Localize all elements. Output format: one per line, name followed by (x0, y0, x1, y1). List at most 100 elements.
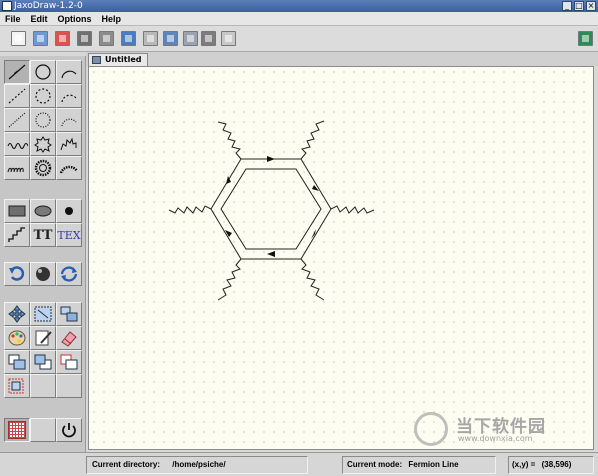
app-icon[interactable] (2, 1, 12, 11)
vertex-tool[interactable] (56, 199, 82, 223)
fermion-arrow (267, 156, 275, 162)
open-icon[interactable] (33, 31, 48, 46)
fermion-loop-tool[interactable] (30, 60, 56, 84)
eraser-icon (61, 331, 77, 347)
quit-button[interactable] (56, 418, 82, 442)
blob-icon (34, 205, 52, 217)
color-tool[interactable] (4, 326, 30, 350)
scalar-arc-tool[interactable] (56, 84, 82, 108)
gluon-arc-tool[interactable] (56, 156, 82, 180)
help-book-icon[interactable] (578, 31, 593, 46)
fermion-arc-icon (61, 70, 77, 79)
document-icon (92, 56, 101, 64)
save-icon[interactable] (77, 31, 92, 46)
tab-strip: Untitled (86, 52, 598, 66)
text-tool[interactable]: TT (30, 223, 56, 247)
sphere-icon (36, 267, 50, 281)
ungroup-tool[interactable] (4, 374, 30, 398)
misc-tools-group (4, 418, 82, 442)
photon-line[interactable] (217, 258, 242, 301)
grid-toggle-button[interactable] (4, 418, 30, 442)
empty-slot (30, 418, 56, 442)
gluon-loop-tool[interactable] (30, 156, 56, 180)
directory-value: /home/psiche/ (172, 460, 226, 469)
ghost-loop-tool[interactable] (30, 108, 56, 132)
refresh-tool[interactable] (56, 262, 82, 286)
empty-slot (30, 374, 56, 398)
photon-loop-tool[interactable] (30, 132, 56, 156)
empty-slot (56, 374, 82, 398)
fermion-line-tool[interactable] (4, 60, 30, 84)
tab-untitled[interactable]: Untitled (88, 53, 149, 66)
drawing-canvas[interactable] (88, 66, 594, 450)
blob-tool[interactable] (30, 199, 56, 223)
maximize-button[interactable]: □ (574, 1, 584, 11)
save-as-icon[interactable] (99, 31, 114, 46)
watermark-url: www.downxia.com (458, 434, 533, 443)
tool-palette: TT TEX (0, 56, 86, 452)
undo-tool[interactable] (4, 262, 30, 286)
copy-icon[interactable] (221, 31, 236, 46)
menu-file[interactable]: File (0, 12, 26, 25)
move-tool[interactable] (4, 302, 30, 326)
duplicate-tool[interactable] (4, 350, 30, 374)
close-icon[interactable] (55, 31, 70, 46)
photon-line[interactable] (300, 120, 325, 160)
delete-tool[interactable] (56, 326, 82, 350)
scalar-loop-tool[interactable] (30, 84, 56, 108)
text-tool-label: TT (33, 227, 53, 243)
hexagon-outer-loop[interactable] (210, 158, 332, 260)
photon-arc-icon (60, 137, 77, 151)
grid-icon (8, 421, 26, 439)
tab-label: Untitled (105, 55, 142, 64)
scalar-arc-icon (61, 94, 77, 103)
send-back-tool[interactable] (56, 350, 82, 374)
menu-options[interactable]: Options (53, 12, 97, 25)
fermion-arrow (267, 251, 275, 257)
latex-tool[interactable]: TEX (56, 223, 82, 247)
edit-tool[interactable] (30, 326, 56, 350)
zigzag-tool[interactable] (4, 223, 30, 247)
gluon-line-tool[interactable] (4, 156, 30, 180)
duplicate-icon (8, 354, 26, 370)
close-window-button[interactable]: × (586, 1, 596, 11)
print-preview-icon[interactable] (163, 31, 178, 46)
new-icon[interactable] (11, 31, 26, 46)
gluon-line-icon (7, 167, 24, 173)
mode-value: Fermion Line (408, 460, 459, 469)
export-icon[interactable] (121, 31, 136, 46)
bring-front-tool[interactable] (30, 350, 56, 374)
menu-bar: File Edit Options Help (0, 12, 598, 26)
resize-tool[interactable] (30, 302, 56, 326)
edit-icon (35, 330, 52, 346)
menu-edit[interactable]: Edit (26, 12, 53, 25)
fermion-arc-tool[interactable] (56, 60, 82, 84)
ghost-loop-icon (35, 112, 51, 128)
photon-arc-tool[interactable] (56, 132, 82, 156)
photon-line[interactable] (168, 205, 212, 214)
sphere-tool[interactable] (30, 262, 56, 286)
particle-tools-group (4, 60, 82, 180)
fermion-loop-icon (35, 64, 51, 80)
toolbar (0, 26, 598, 52)
scalar-line-tool[interactable] (4, 84, 30, 108)
hexagon-inner-loop[interactable] (220, 168, 322, 250)
ghost-line-icon (8, 112, 26, 128)
latex-tool-label: TEX (57, 228, 81, 242)
ghost-line-tool[interactable] (4, 108, 30, 132)
group-tool[interactable] (56, 302, 82, 326)
minimize-button[interactable]: _ (562, 1, 572, 11)
menu-help[interactable]: Help (97, 12, 127, 25)
photon-line[interactable] (300, 258, 325, 301)
photon-line[interactable] (217, 121, 242, 160)
action-tools-group (4, 262, 82, 286)
print-icon[interactable] (143, 31, 158, 46)
title-bar: JaxoDraw-1.2-0 _ □ × (0, 0, 598, 12)
box-tool[interactable] (4, 199, 30, 223)
watermark-logo-icon (414, 412, 448, 446)
photon-line-tool[interactable] (4, 132, 30, 156)
ghost-arc-tool[interactable] (56, 108, 82, 132)
photon-line[interactable] (330, 205, 375, 214)
preferences-icon[interactable] (201, 31, 216, 46)
preview-icon[interactable] (183, 31, 198, 46)
